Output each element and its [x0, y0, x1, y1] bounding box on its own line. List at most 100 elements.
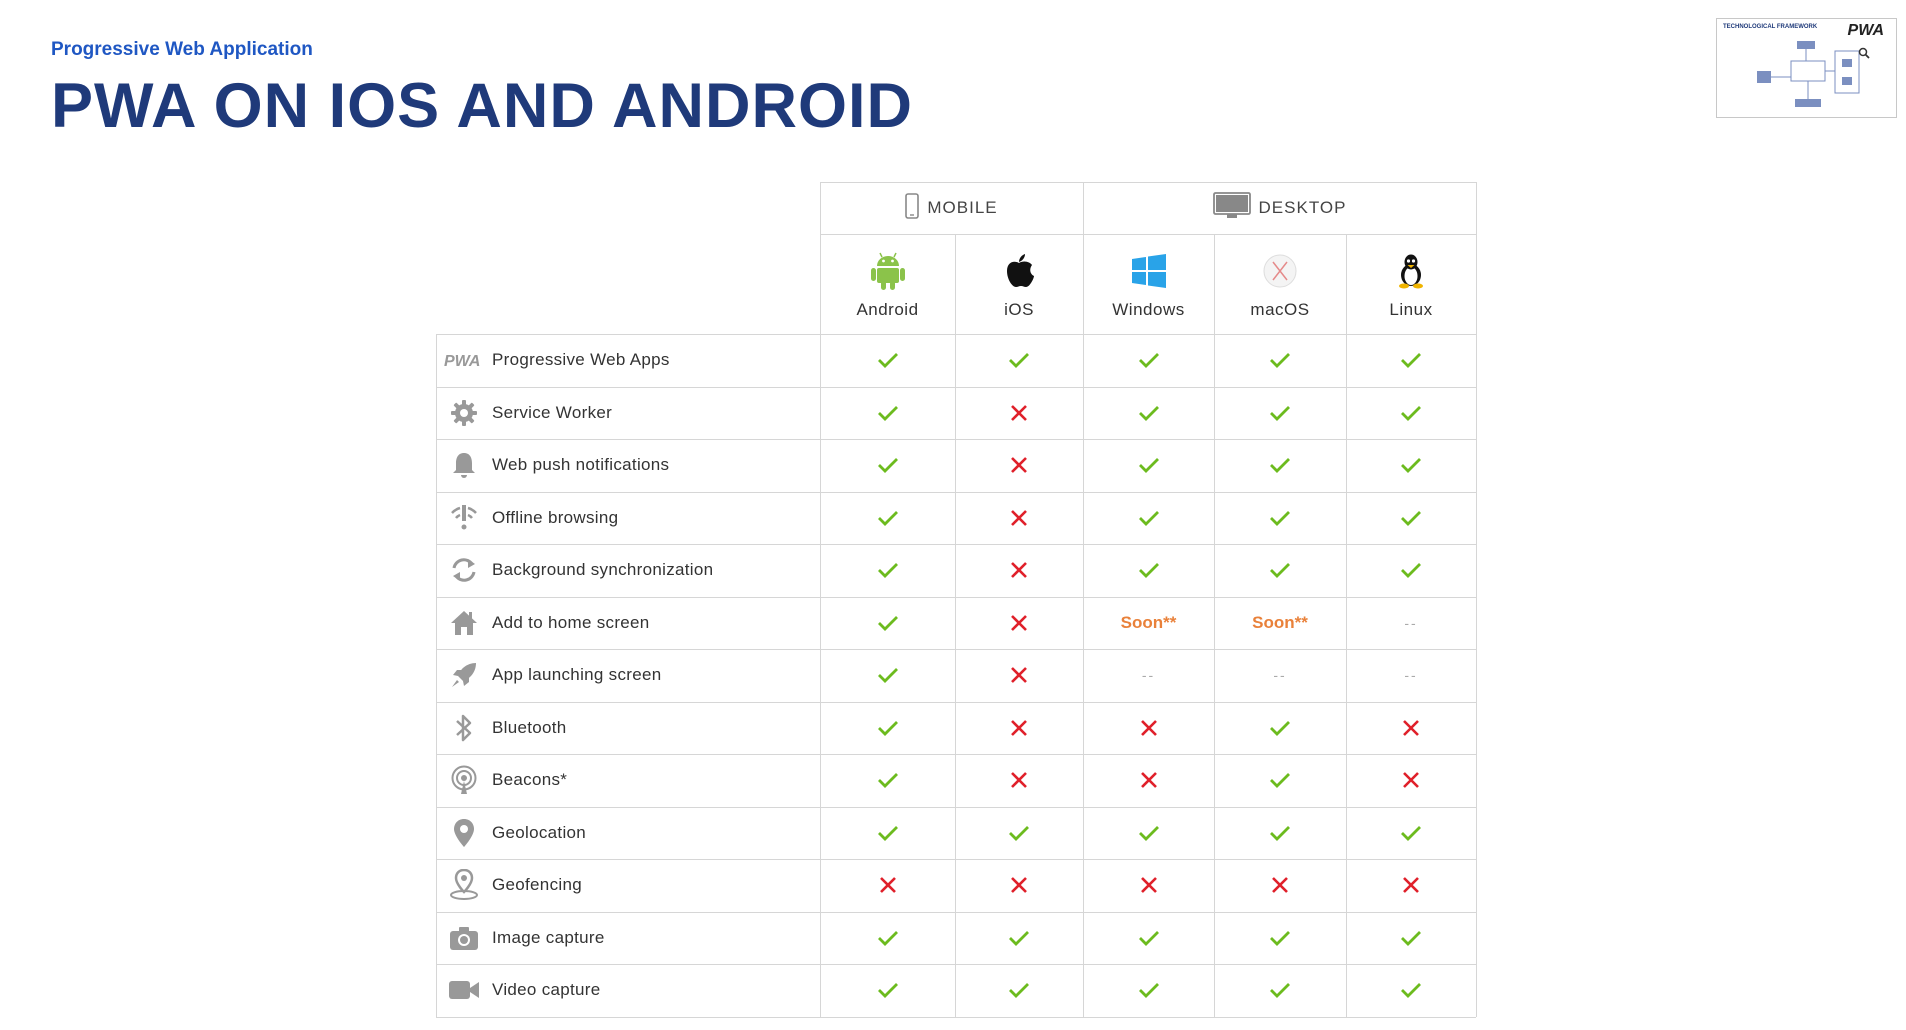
cross-icon: [1083, 702, 1214, 754]
geofence-icon: [444, 869, 484, 901]
svg-text:PWA: PWA: [444, 353, 480, 369]
check-icon: [1214, 492, 1346, 544]
cross-icon: [1346, 859, 1476, 911]
check-icon: [820, 754, 955, 806]
check-icon: [820, 964, 955, 1016]
cross-icon: [1346, 702, 1476, 754]
check-icon: [1083, 912, 1214, 964]
feature-row-label: Beacons*: [436, 754, 820, 806]
check-icon: [1346, 492, 1476, 544]
gear-icon: [444, 399, 484, 427]
platform-header-ios: iOS: [955, 234, 1083, 334]
feature-row-label: Service Worker: [436, 387, 820, 439]
apple-icon: [1004, 248, 1034, 294]
bell-icon: [444, 451, 484, 479]
check-icon: [1214, 807, 1346, 859]
check-icon: [1214, 439, 1346, 491]
cross-icon: [955, 859, 1083, 911]
cross-icon: [955, 544, 1083, 596]
check-icon: [820, 544, 955, 596]
feature-label: Geofencing: [492, 875, 582, 894]
check-icon: [1214, 387, 1346, 439]
slide-thumbnail[interactable]: TECHNOLOGICAL FRAMEWORK PWA: [1716, 18, 1897, 118]
feature-label: Progressive Web Apps: [492, 350, 670, 369]
linux-icon: [1396, 248, 1426, 294]
feature-label: Background synchronization: [492, 560, 714, 579]
feature-row-label: Geolocation: [436, 807, 820, 859]
feature-label: Service Worker: [492, 402, 613, 422]
soon-text: Soon**: [1120, 612, 1177, 632]
check-icon: [1346, 544, 1476, 596]
check-icon: [820, 492, 955, 544]
grid-line: [1476, 182, 1477, 1017]
cross-icon: [955, 439, 1083, 491]
group-header-desktop: DESKTOP: [1083, 182, 1476, 234]
cross-icon: [1083, 859, 1214, 911]
check-icon: [1346, 387, 1476, 439]
feature-row-label: PWA Progressive Web Apps: [436, 334, 820, 386]
feature-label: Web push notifications: [492, 455, 670, 474]
not-applicable-text: --: [1273, 667, 1287, 683]
feature-row-label: App launching screen: [436, 649, 820, 701]
video-camera-icon: [444, 978, 484, 1002]
cross-icon: [955, 387, 1083, 439]
check-icon: [1214, 754, 1346, 806]
check-icon: [1083, 807, 1214, 859]
check-icon: [820, 912, 955, 964]
feature-row-label: Add to home screen: [436, 597, 820, 649]
mobile-phone-icon: [905, 192, 927, 224]
cross-icon: [955, 492, 1083, 544]
feature-label: Geolocation: [492, 822, 587, 842]
check-icon: [820, 702, 955, 754]
group-label: MOBILE: [927, 198, 998, 217]
check-icon: [1346, 334, 1476, 386]
check-icon: [1214, 544, 1346, 596]
feature-row-label: Web push notifications: [436, 439, 820, 491]
feature-label: Offline browsing: [492, 507, 619, 527]
check-icon: [1083, 492, 1214, 544]
feature-row-label: Bluetooth: [436, 702, 820, 754]
check-icon: [1214, 912, 1346, 964]
group-header-mobile: MOBILE: [820, 182, 1083, 234]
check-icon: [820, 597, 955, 649]
grid-line: [436, 1016, 1476, 1018]
platform-header-windows: Windows: [1083, 234, 1214, 334]
thumbnail-diagram: [1757, 41, 1860, 107]
feature-row-label: Background synchronization: [436, 544, 820, 596]
check-icon: [820, 649, 955, 701]
beacon-icon: [444, 765, 484, 795]
platform-header-macos: macOS: [1214, 234, 1346, 334]
check-icon: [1214, 334, 1346, 386]
macos-icon: [1262, 248, 1298, 294]
sync-icon: [444, 556, 484, 584]
check-icon: [955, 912, 1083, 964]
platform-name: Linux: [1389, 300, 1433, 319]
platform-name: Android: [856, 300, 919, 319]
feature-label: Beacons*: [492, 770, 568, 789]
android-icon: [870, 248, 905, 294]
cross-icon: [955, 702, 1083, 754]
feature-label: Image capture: [492, 927, 605, 947]
check-icon: [955, 334, 1083, 386]
not-applicable-text: --: [1404, 614, 1418, 631]
platform-name: macOS: [1250, 300, 1310, 319]
cross-icon: [820, 859, 955, 911]
feature-label: Add to home screen: [492, 612, 650, 632]
check-icon: [1083, 964, 1214, 1016]
cross-icon: [1083, 754, 1214, 806]
windows-icon: [1131, 248, 1166, 294]
platform-header-linux: Linux: [1346, 234, 1476, 334]
check-icon: [1214, 964, 1346, 1016]
magnifier-icon[interactable]: [1858, 47, 1870, 62]
not-applicable-text: --: [1404, 667, 1418, 683]
platform-name: Windows: [1112, 300, 1185, 319]
platform-header-android: Android: [820, 234, 955, 334]
cross-icon: [1214, 859, 1346, 911]
check-icon: [820, 387, 955, 439]
check-icon: [1346, 807, 1476, 859]
check-icon: [955, 964, 1083, 1016]
cross-icon: [955, 649, 1083, 701]
slide-title: PWA ON IOS AND ANDROID: [51, 71, 914, 141]
feature-row-label: Image capture: [436, 912, 820, 964]
check-icon: [820, 334, 955, 386]
